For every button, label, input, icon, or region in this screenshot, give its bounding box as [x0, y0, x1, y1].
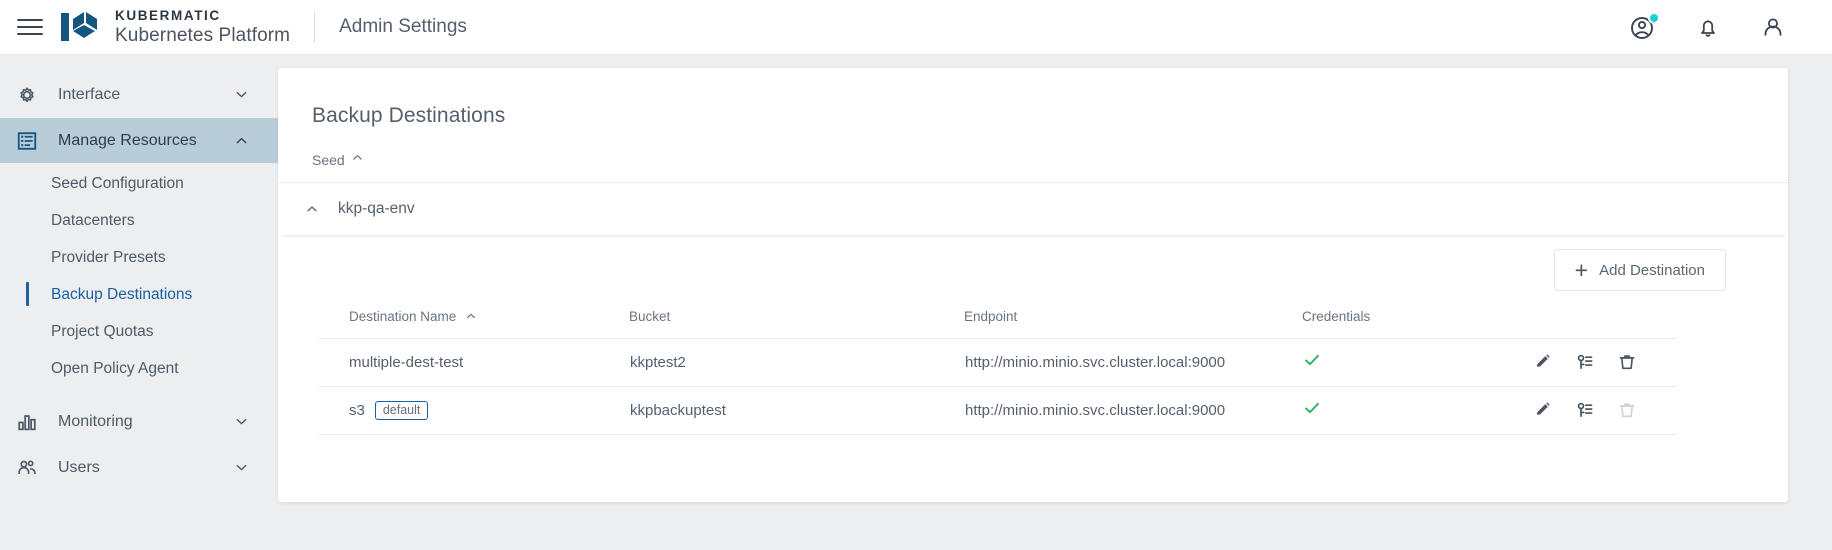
- gear-icon: [14, 82, 40, 108]
- chevron-down-icon: [232, 460, 250, 475]
- chevron-up-icon: [465, 310, 477, 325]
- cell-actions: [1532, 386, 1677, 434]
- cell-credentials: [1302, 338, 1532, 386]
- table-body: multiple-dest-test kkptest2 http://minio…: [319, 338, 1677, 434]
- sidebar-subitem-label: Project Quotas: [51, 323, 154, 341]
- main-content: Backup Destinations Seed kkp-qa-env + Ad…: [278, 55, 1832, 550]
- sidebar-subitem-label: Backup Destinations: [51, 286, 192, 304]
- destination-name-text: multiple-dest-test: [349, 354, 463, 371]
- people-icon: [14, 455, 40, 481]
- sidebar-item-seed-configuration[interactable]: Seed Configuration: [0, 167, 278, 200]
- seed-name: kkp-qa-env: [338, 200, 415, 218]
- sidebar-item-project-quotas[interactable]: Project Quotas: [0, 315, 278, 348]
- column-header-bucket[interactable]: Bucket: [629, 301, 964, 338]
- support-icon[interactable]: [1629, 13, 1657, 41]
- sidebar-item-backup-destinations[interactable]: Backup Destinations: [0, 278, 278, 311]
- add-destination-button[interactable]: + Add Destination: [1554, 249, 1726, 291]
- seed-row-kkp-qa-env[interactable]: kkp-qa-env: [278, 183, 1788, 235]
- credentials-key-icon[interactable]: [1575, 352, 1595, 372]
- credentials-key-icon[interactable]: [1575, 400, 1595, 420]
- cell-credentials: [1302, 386, 1532, 434]
- column-header-destination-name[interactable]: Destination Name: [319, 301, 629, 338]
- delete-trash-icon: [1617, 400, 1637, 420]
- sidebar-subitem-label: Open Policy Agent: [51, 360, 179, 378]
- brand-logo-block[interactable]: KUBERMATIC Kubernetes Platform: [61, 9, 290, 45]
- seed-column-header[interactable]: Seed: [278, 128, 1788, 183]
- column-header-actions: [1532, 301, 1677, 338]
- table-head: Destination Name Bucket Endpoint: [319, 301, 1677, 338]
- sidebar: Interface Manage Resources Seed Configur…: [0, 55, 278, 550]
- cell-destination-name: s3 default: [319, 386, 629, 434]
- support-badge-dot: [1648, 12, 1660, 24]
- sidebar-item-label: Monitoring: [58, 413, 232, 431]
- cell-endpoint: http://minio.minio.svc.cluster.local:900…: [964, 338, 1302, 386]
- chevron-up-icon: [232, 133, 250, 148]
- kubermatic-logo-icon: [61, 10, 103, 44]
- chevron-down-icon: [232, 87, 250, 102]
- cell-actions: [1532, 338, 1677, 386]
- sidebar-item-provider-presets[interactable]: Provider Presets: [0, 241, 278, 274]
- hamburger-icon[interactable]: [17, 17, 43, 37]
- backup-destinations-card: Backup Destinations Seed kkp-qa-env + Ad…: [278, 68, 1788, 502]
- column-label: Destination Name: [349, 309, 456, 324]
- edit-icon[interactable]: [1533, 352, 1553, 372]
- cell-destination-name: multiple-dest-test: [319, 338, 629, 386]
- cell-endpoint: http://minio.minio.svc.cluster.local:900…: [964, 386, 1302, 434]
- cell-bucket: kkptest2: [629, 338, 964, 386]
- sidebar-item-users[interactable]: Users: [0, 445, 278, 490]
- active-indicator: [26, 282, 29, 306]
- top-bar-actions: [1629, 13, 1787, 41]
- column-label: Credentials: [1302, 309, 1370, 324]
- sidebar-item-label: Manage Resources: [58, 132, 232, 150]
- column-label: Endpoint: [964, 309, 1017, 324]
- destination-name-text: s3: [349, 402, 365, 419]
- column-label: Bucket: [629, 309, 670, 324]
- header-divider: [314, 11, 315, 43]
- sidebar-item-manage-resources[interactable]: Manage Resources: [0, 118, 278, 163]
- add-destination-label: Add Destination: [1599, 262, 1705, 279]
- sidebar-item-monitoring[interactable]: Monitoring: [0, 399, 278, 444]
- table-row[interactable]: s3 default kkpbackuptest http://minio.mi…: [319, 386, 1677, 434]
- sidebar-subitem-label: Provider Presets: [51, 249, 166, 267]
- check-icon: [1303, 404, 1321, 421]
- table-toolbar: + Add Destination: [309, 235, 1788, 291]
- chevron-down-icon: [232, 414, 250, 429]
- top-bar: KUBERMATIC Kubernetes Platform Admin Set…: [0, 0, 1832, 55]
- edit-icon[interactable]: [1533, 400, 1553, 420]
- sidebar-item-datacenters[interactable]: Datacenters: [0, 204, 278, 237]
- plus-icon: +: [1575, 259, 1588, 282]
- cell-bucket: kkpbackuptest: [629, 386, 964, 434]
- sidebar-subitem-label: Seed Configuration: [51, 175, 184, 193]
- destinations-table: Destination Name Bucket Endpoint: [319, 301, 1677, 435]
- column-header-credentials[interactable]: Credentials: [1302, 301, 1532, 338]
- column-header-endpoint[interactable]: Endpoint: [964, 301, 1302, 338]
- sidebar-item-open-policy-agent[interactable]: Open Policy Agent: [0, 352, 278, 385]
- page-title: Admin Settings: [339, 16, 467, 38]
- user-account-icon[interactable]: [1759, 13, 1787, 41]
- list-table-icon: [14, 128, 40, 154]
- check-icon: [1303, 356, 1321, 373]
- table-row[interactable]: multiple-dest-test kkptest2 http://minio…: [319, 338, 1677, 386]
- sidebar-subitem-label: Datacenters: [51, 212, 135, 230]
- brand-subtitle: Kubernetes Platform: [115, 26, 290, 45]
- sidebar-item-label: Interface: [58, 86, 232, 104]
- notifications-bell-icon[interactable]: [1694, 13, 1722, 41]
- chevron-up-icon[interactable]: [302, 202, 322, 216]
- default-badge: default: [375, 401, 429, 421]
- table-header-row: Destination Name Bucket Endpoint: [319, 301, 1677, 338]
- seed-column-label: Seed: [312, 152, 345, 168]
- sidebar-item-interface[interactable]: Interface: [0, 72, 278, 117]
- brand-name: KUBERMATIC: [115, 9, 290, 23]
- sidebar-item-label: Users: [58, 459, 232, 477]
- bar-chart-icon: [14, 409, 40, 435]
- seed-expanded-panel: + Add Destination Destination Name: [278, 235, 1788, 435]
- chevron-up-icon: [351, 151, 364, 169]
- card-title: Backup Destinations: [278, 68, 1788, 128]
- delete-trash-icon[interactable]: [1617, 352, 1637, 372]
